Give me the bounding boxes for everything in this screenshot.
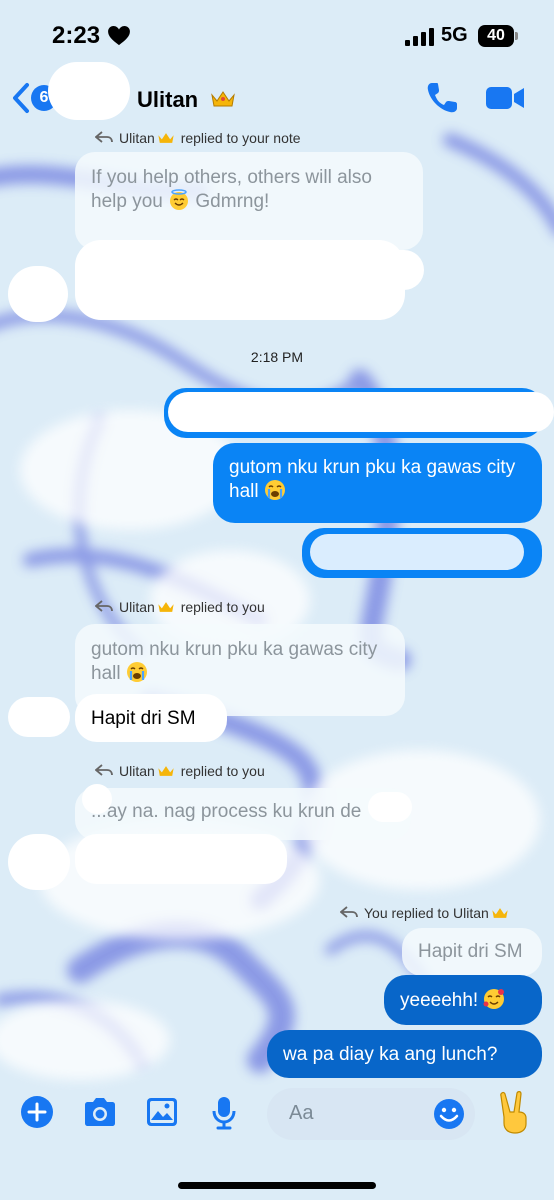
reply-suffix: replied to you (180, 763, 265, 779)
reply-text: You replied to Ulitan (364, 905, 489, 921)
quoted-message-text: Hapit dri SM (418, 941, 523, 962)
camera-icon[interactable] (82, 1095, 118, 1129)
outgoing-message-text: wa pa diay ka ang lunch? (283, 1044, 498, 1065)
home-indicator (178, 1182, 376, 1189)
smiling-hearts-emoji-icon (483, 989, 505, 1009)
incoming-message-text: Hapit dri SM (91, 708, 196, 729)
crown-icon (158, 133, 174, 143)
reply-indicator: Ulitan replied to you (95, 763, 265, 779)
redacted-message (310, 534, 524, 570)
outgoing-message-bubble[interactable]: wa pa diay ka ang lunch? (267, 1030, 542, 1078)
redacted-avatar (8, 834, 70, 890)
status-time: 2:23 (52, 22, 101, 49)
reply-arrow-icon (95, 764, 113, 776)
crown-icon (158, 766, 174, 776)
outgoing-message-bubble[interactable]: gutom nku krun pku ka gawas city hall (213, 443, 542, 523)
cellular-signal-icon (405, 28, 434, 46)
reply-indicator: Ulitan replied to you (95, 599, 265, 615)
microphone-icon[interactable] (210, 1095, 238, 1131)
redacted-avatar (8, 266, 68, 322)
reply-sender: Ulitan (119, 763, 155, 779)
avatar[interactable] (48, 62, 130, 120)
reply-arrow-icon (95, 600, 113, 612)
plus-icon[interactable] (20, 1095, 54, 1129)
network-type: 5G (441, 24, 468, 46)
reply-arrow-icon (95, 131, 113, 143)
smiling-halo-emoji-icon (170, 189, 189, 210)
outgoing-message-bubble[interactable]: yeeeehh! (384, 975, 542, 1025)
incoming-message-bubble[interactable]: Hapit dri SM (75, 694, 227, 742)
crying-face-emoji-icon (126, 662, 147, 682)
reply-sender: Ulitan (119, 130, 155, 146)
victory-hand-icon[interactable] (497, 1090, 531, 1134)
quoted-message-bubble[interactable]: ...ay na. nag process ku krun de (75, 788, 411, 840)
status-bar: 2:23 5G 40 (0, 0, 554, 70)
reply-suffix: replied to your note (180, 130, 301, 146)
back-chevron-icon[interactable] (10, 82, 32, 114)
redacted-avatar (8, 697, 70, 737)
crying-face-emoji-icon (264, 480, 285, 500)
crown-icon (211, 91, 236, 107)
battery-icon: 40 (478, 25, 518, 47)
redacted-message (168, 392, 554, 432)
quoted-note-text-end: Gdmrng! (195, 191, 270, 212)
message-composer: Aa (0, 1082, 554, 1152)
redacted-reaction (380, 250, 424, 290)
quoted-message-text: ...ay na. nag process ku krun de (91, 801, 362, 822)
crown-icon (158, 602, 174, 612)
emoji-picker-icon[interactable] (433, 1098, 465, 1130)
outgoing-message-text: yeeeehh! (400, 990, 479, 1011)
contact-name-text: Ulitan (137, 87, 199, 112)
battery-level: 40 (487, 27, 505, 44)
reply-suffix: replied to you (180, 599, 265, 615)
quoted-message-bubble[interactable]: Hapit dri SM (402, 928, 542, 976)
message-input[interactable]: Aa (267, 1088, 475, 1140)
redacted-message (75, 240, 405, 320)
quoted-note-bubble[interactable]: If you help others, others will also hel… (75, 152, 423, 250)
reply-indicator: You replied to Ulitan (340, 905, 511, 921)
crown-icon (492, 908, 508, 918)
message-input-placeholder: Aa (289, 1102, 314, 1124)
reply-sender: Ulitan (119, 599, 155, 615)
photo-gallery-icon[interactable] (145, 1095, 179, 1129)
phone-call-icon[interactable] (424, 80, 460, 116)
redacted-text (82, 784, 112, 814)
contact-name[interactable]: Ulitan (137, 87, 236, 113)
message-timestamp: 2:18 PM (250, 349, 304, 365)
incoming-message-redacted[interactable] (75, 834, 287, 884)
heart-icon (108, 26, 130, 46)
video-call-icon[interactable] (484, 82, 526, 114)
redacted-text (368, 792, 412, 822)
chat-header: 6 Ulitan (0, 62, 554, 130)
reply-arrow-icon (340, 906, 358, 918)
reply-indicator: Ulitan replied to your note (95, 130, 301, 146)
